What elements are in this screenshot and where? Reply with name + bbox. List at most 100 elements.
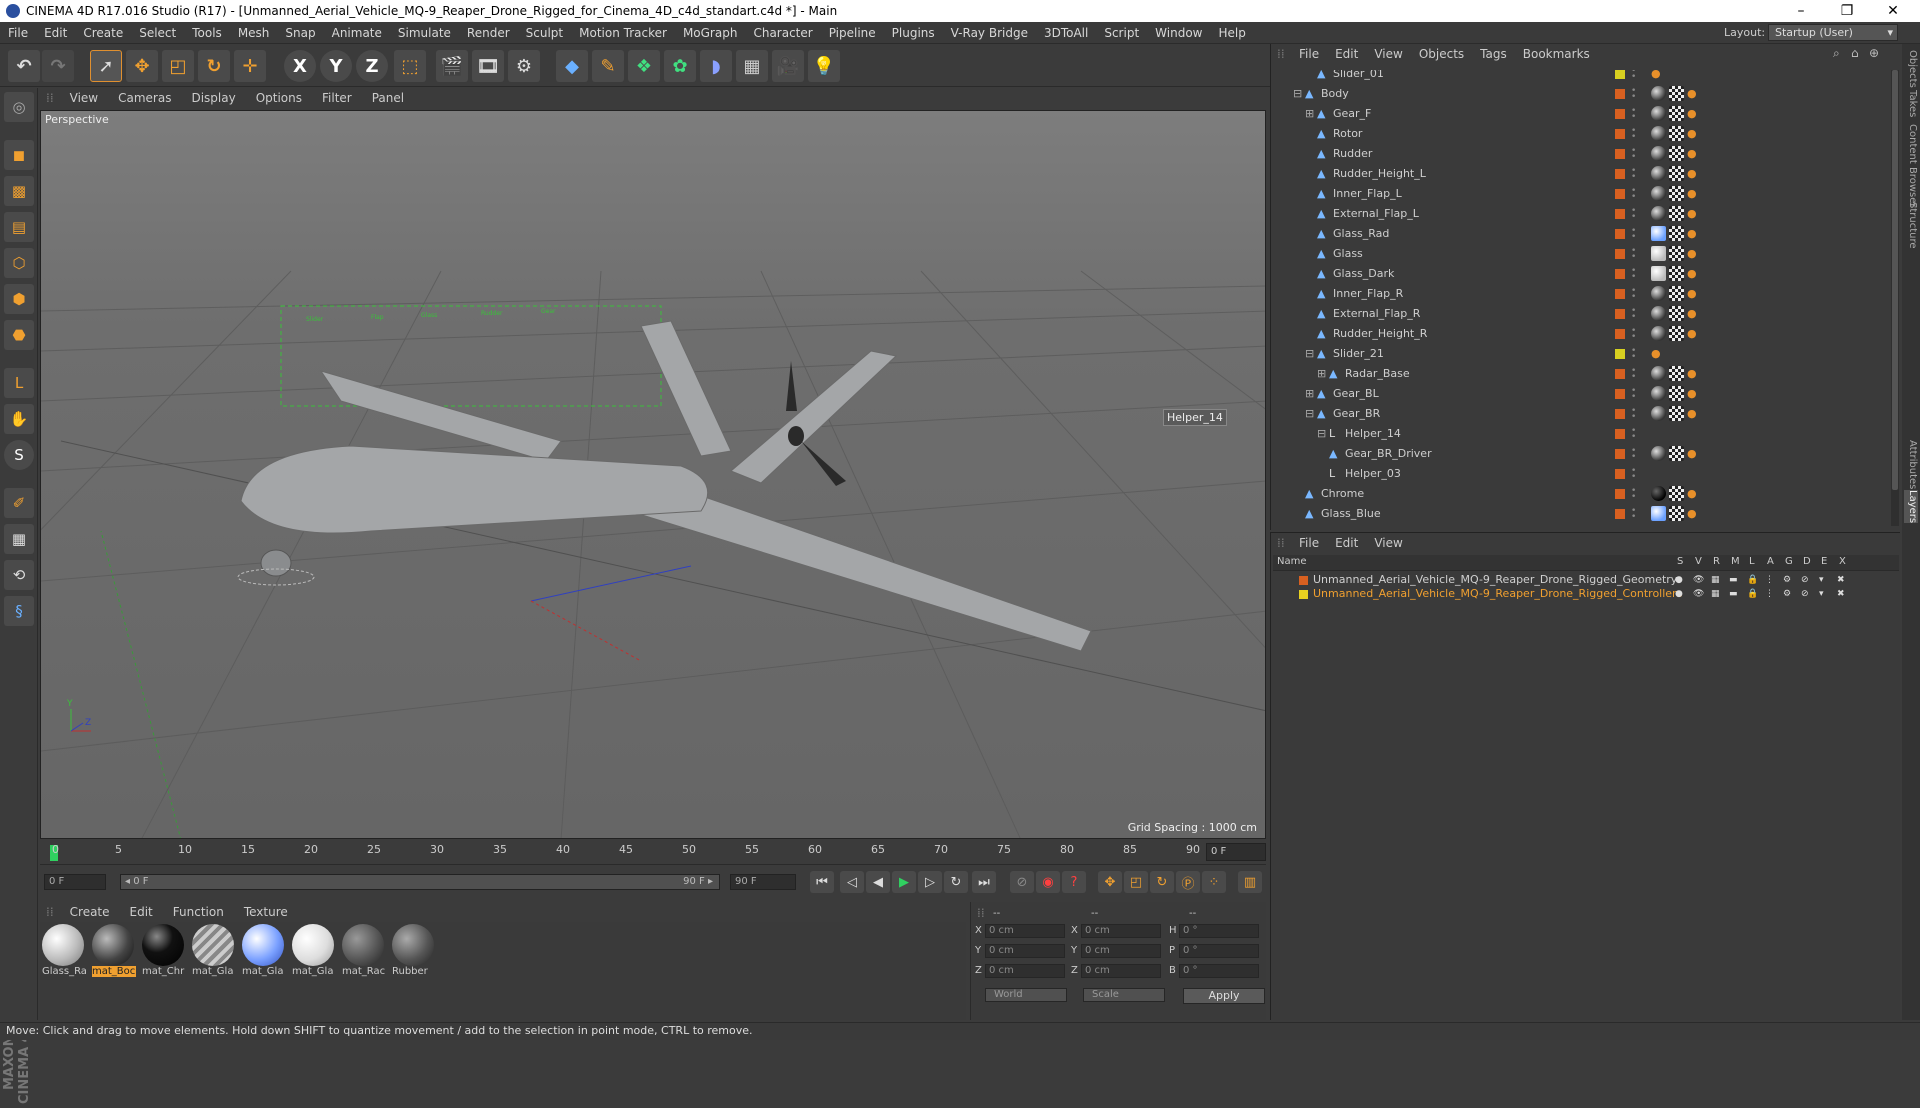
object-row[interactable]: L Helper_03 • • bbox=[1271, 464, 1891, 484]
layer-color-swatch[interactable] bbox=[1299, 590, 1308, 599]
layer-color-swatch[interactable] bbox=[1615, 349, 1625, 359]
material-menu-function[interactable]: Function bbox=[163, 905, 234, 919]
visibility-dots-icon[interactable]: • • bbox=[1631, 107, 1637, 122]
layer-color-swatch[interactable] bbox=[1615, 109, 1625, 119]
uvw-tag-icon[interactable] bbox=[1669, 366, 1684, 381]
texture-tag-icon[interactable] bbox=[1651, 166, 1666, 181]
viewport-menu-view[interactable]: View bbox=[60, 91, 108, 105]
menu-snap[interactable]: Snap bbox=[277, 26, 323, 40]
end-frame-field[interactable]: 90 F bbox=[730, 874, 796, 890]
material-menu-texture[interactable]: Texture bbox=[234, 905, 298, 919]
subdivision-icon[interactable]: ❖ bbox=[628, 50, 660, 82]
layer-flag-icon[interactable]: 👁 bbox=[1693, 573, 1704, 587]
render-view-icon[interactable]: 🎬 bbox=[436, 50, 468, 82]
viewport-menu-options[interactable]: Options bbox=[246, 91, 312, 105]
layer-color-swatch[interactable] bbox=[1615, 309, 1625, 319]
ik-tag-icon[interactable]: ● bbox=[1687, 446, 1699, 461]
autokey-icon[interactable]: ◉ bbox=[1036, 871, 1060, 893]
expand-toggle-icon[interactable]: ⊟ bbox=[1305, 404, 1314, 424]
expand-toggle-icon[interactable]: ⊞ bbox=[1305, 384, 1314, 404]
redo-icon[interactable]: ↷ bbox=[42, 50, 74, 82]
side-tab-structure[interactable]: Structure bbox=[1904, 202, 1918, 249]
object-row[interactable]: ▲ Glass_Blue • • ● bbox=[1271, 504, 1891, 524]
render-picture-viewer-icon[interactable]: 🎞 bbox=[472, 50, 504, 82]
layer-row[interactable]: Unmanned_Aerial_Vehicle_MQ-9_Reaper_Dron… bbox=[1271, 587, 1897, 601]
layer-flag-icon[interactable]: 👁 bbox=[1693, 587, 1704, 601]
menu-mesh[interactable]: Mesh bbox=[230, 26, 278, 40]
coord-field[interactable]: 0 cm bbox=[985, 964, 1065, 978]
expand-toggle-icon[interactable]: ⊞ bbox=[1305, 104, 1314, 124]
object-row[interactable]: ▲ Glass_Rad • • ● bbox=[1271, 224, 1891, 244]
play-icon[interactable]: ▶ bbox=[892, 871, 916, 893]
menu-script[interactable]: Script bbox=[1096, 26, 1147, 40]
go-to-start-icon[interactable]: ⏮ bbox=[810, 871, 834, 893]
material-swatch[interactable]: mat_Rac bbox=[342, 924, 386, 980]
layer-color-swatch[interactable] bbox=[1615, 429, 1625, 439]
material-swatch[interactable]: mat_Gla bbox=[242, 924, 286, 980]
move-tool-icon[interactable]: ✥ bbox=[126, 50, 158, 82]
layer-color-swatch[interactable] bbox=[1615, 329, 1625, 339]
ik-tag-icon[interactable]: ● bbox=[1687, 146, 1699, 161]
glass-material-tag-icon[interactable] bbox=[1651, 266, 1666, 281]
uvw-tag-icon[interactable] bbox=[1669, 86, 1684, 101]
ik-tag-icon[interactable]: ● bbox=[1687, 506, 1699, 521]
rotate-tool-icon[interactable]: ↻ bbox=[198, 50, 230, 82]
visibility-dots-icon[interactable]: • • bbox=[1631, 70, 1637, 82]
ik-tag-icon[interactable]: ● bbox=[1651, 70, 1663, 81]
layer-color-swatch[interactable] bbox=[1615, 129, 1625, 139]
side-tab-attributes[interactable]: Attributes bbox=[1904, 440, 1918, 489]
object-row[interactable]: ⊟ ▲ Gear_BR • • ● bbox=[1271, 404, 1891, 424]
uvw-tag-icon[interactable] bbox=[1669, 446, 1684, 461]
key-point-level-icon[interactable]: ⁘ bbox=[1202, 871, 1226, 893]
material-swatch[interactable]: Glass_Ra bbox=[42, 924, 86, 980]
object-row[interactable]: ▲ Glass_Dark • • ● bbox=[1271, 264, 1891, 284]
object-menu-edit[interactable]: Edit bbox=[1327, 47, 1366, 61]
object-menu-file[interactable]: File bbox=[1291, 47, 1327, 61]
glass-material-tag-icon[interactable] bbox=[1651, 506, 1666, 521]
menu-render[interactable]: Render bbox=[459, 26, 518, 40]
layer-menu-view[interactable]: View bbox=[1366, 536, 1410, 550]
layer-flag-icon[interactable]: ▾ bbox=[1819, 573, 1824, 587]
texture-tag-icon[interactable] bbox=[1651, 446, 1666, 461]
texture-tag-icon[interactable] bbox=[1651, 106, 1666, 121]
texture-tag-icon[interactable] bbox=[1651, 306, 1666, 321]
layer-color-swatch[interactable] bbox=[1615, 149, 1625, 159]
lock-workplane-icon[interactable]: ▦ bbox=[4, 524, 34, 554]
ik-tag-icon[interactable]: ● bbox=[1687, 366, 1699, 381]
cube-primitive-icon[interactable]: ◆ bbox=[556, 50, 588, 82]
menu-select[interactable]: Select bbox=[131, 26, 184, 40]
ik-tag-icon[interactable]: ● bbox=[1687, 306, 1699, 321]
camera-icon[interactable]: 🎥 bbox=[772, 50, 804, 82]
spline-pen-icon[interactable]: ✎ bbox=[592, 50, 624, 82]
ik-tag-icon[interactable]: ● bbox=[1651, 346, 1663, 361]
texture-tag-icon[interactable] bbox=[1651, 126, 1666, 141]
texture-tag-icon[interactable] bbox=[1651, 146, 1666, 161]
object-row[interactable]: ⊟ L Helper_14 • • bbox=[1271, 424, 1891, 444]
uvw-tag-icon[interactable] bbox=[1669, 126, 1684, 141]
visibility-dots-icon[interactable]: • • bbox=[1631, 127, 1637, 142]
layer-color-swatch[interactable] bbox=[1615, 169, 1625, 179]
menu-animate[interactable]: Animate bbox=[324, 26, 390, 40]
object-row[interactable]: ▲ Gear_BR_Driver • • ● bbox=[1271, 444, 1891, 464]
menu-plugins[interactable]: Plugins bbox=[884, 26, 943, 40]
visibility-dots-icon[interactable]: • • bbox=[1631, 247, 1637, 262]
material-menu-edit[interactable]: Edit bbox=[120, 905, 163, 919]
key-position-icon[interactable]: ✥ bbox=[1098, 871, 1122, 893]
visibility-dots-icon[interactable]: • • bbox=[1631, 387, 1637, 402]
ik-tag-icon[interactable]: ● bbox=[1687, 166, 1699, 181]
frame-range-slider[interactable]: ◂ 0 F 90 F ▸ bbox=[120, 874, 720, 890]
visibility-dots-icon[interactable]: • • bbox=[1631, 367, 1637, 382]
viewport-menu-panel[interactable]: Panel bbox=[362, 91, 414, 105]
previous-frame-icon[interactable]: ◀ bbox=[866, 871, 890, 893]
expand-toggle-icon[interactable]: ⊟ bbox=[1293, 84, 1302, 104]
layer-color-swatch[interactable] bbox=[1299, 576, 1308, 585]
texture-tag-icon[interactable] bbox=[1651, 206, 1666, 221]
layer-flag-icon[interactable]: ✖ bbox=[1837, 587, 1845, 601]
layer-flag-icon[interactable]: ▦ bbox=[1711, 573, 1720, 587]
uvw-tag-icon[interactable] bbox=[1669, 326, 1684, 341]
object-row[interactable]: ⊞ ▲ Gear_F • • ● bbox=[1271, 104, 1891, 124]
layer-flag-icon[interactable]: ▦ bbox=[1711, 587, 1720, 601]
coord-field[interactable]: 0 ° bbox=[1179, 944, 1259, 958]
layer-flag-icon[interactable]: ⋮ bbox=[1765, 587, 1774, 601]
layer-color-swatch[interactable] bbox=[1615, 509, 1625, 519]
